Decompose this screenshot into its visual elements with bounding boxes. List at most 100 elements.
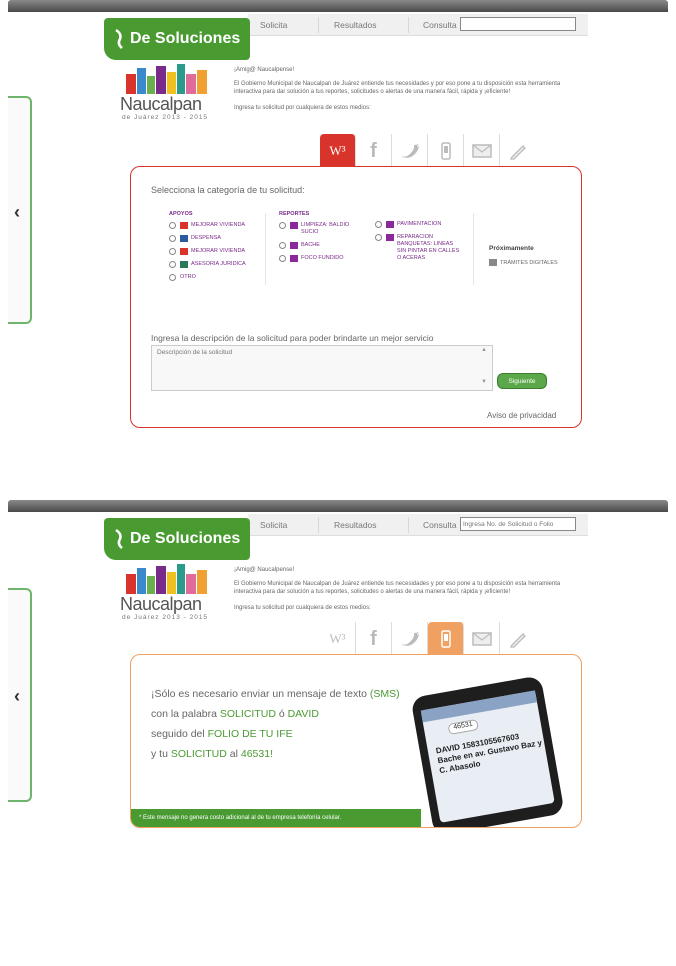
lightbulb-icon bbox=[290, 254, 298, 262]
screen-web-form: Solicita Resultados Consulta De Solucion… bbox=[8, 0, 668, 430]
radio-button[interactable] bbox=[375, 221, 382, 228]
option-pavimentacion[interactable]: PAVIMENTACION bbox=[375, 221, 461, 228]
sms-text: y tu bbox=[151, 747, 171, 760]
option-reparacion-banquetas[interactable]: REPARACION BANQUETAS: LINEAS SIN PINTAR … bbox=[375, 234, 461, 262]
proximamente-heading: Próximamente bbox=[489, 245, 534, 252]
tab-pencil[interactable] bbox=[500, 622, 536, 656]
tramites-label: TRÁMITES DIGITALES bbox=[500, 259, 558, 266]
nav-solicita[interactable]: Solicita bbox=[260, 520, 287, 530]
brand-badge: De Soluciones bbox=[104, 18, 250, 60]
option-mejorar-vivienda-2[interactable]: MEJORAR VIVIENDA bbox=[169, 248, 265, 255]
channel-tabs: W³ f bbox=[320, 622, 566, 656]
tab-facebook[interactable]: f bbox=[356, 622, 392, 656]
tab-mobile[interactable] bbox=[428, 622, 464, 656]
nav-divider bbox=[318, 517, 319, 533]
apoyos-heading: APOYOS bbox=[169, 211, 193, 217]
radio-button[interactable] bbox=[169, 222, 176, 229]
side-collapse-handle[interactable]: ‹ bbox=[8, 588, 32, 802]
brand-title: De Soluciones bbox=[130, 530, 241, 547]
sms-text: seguido del bbox=[151, 727, 208, 740]
consulta-search-input[interactable] bbox=[460, 17, 576, 31]
radio-button[interactable] bbox=[279, 241, 286, 249]
tab-mobile[interactable] bbox=[428, 134, 464, 168]
option-label: BACHE bbox=[301, 241, 320, 248]
brand-badge: De Soluciones bbox=[104, 518, 250, 560]
radio-button[interactable] bbox=[169, 274, 176, 281]
basket-icon bbox=[180, 235, 188, 242]
pothole-icon bbox=[290, 241, 298, 249]
logo-word: Naucalpan bbox=[120, 94, 202, 114]
intro-text: ¡Amig@ Naucalpense! El Gobierno Municipa… bbox=[234, 566, 564, 612]
sms-highlight: (SMS) bbox=[369, 688, 400, 700]
nav-resultados[interactable]: Resultados bbox=[334, 520, 377, 530]
option-otro[interactable]: OTRO bbox=[169, 274, 265, 281]
sms-highlight: SOLICITUD bbox=[170, 747, 227, 760]
option-limpieza[interactable]: LIMPIEZA: BALDIO SUCIO bbox=[279, 222, 363, 236]
option-despensa[interactable]: DESPENSA bbox=[169, 235, 265, 242]
broom-icon bbox=[290, 222, 298, 229]
road-icon bbox=[386, 221, 394, 228]
option-asesoria-juridica[interactable]: ASESORIA JURIDICA bbox=[169, 261, 265, 268]
phone-body: 46531 DAVID 1583105567603 Bache en av. G… bbox=[410, 675, 565, 827]
top-nav: Solicita Resultados Consulta bbox=[248, 514, 588, 536]
option-label: LIMPIEZA: BALDIO SUCIO bbox=[301, 222, 350, 235]
tab-web[interactable]: W³ bbox=[320, 622, 356, 656]
phone-screen: 46531 DAVID 1583105567603 Bache en av. G… bbox=[420, 690, 555, 823]
brand-mark-icon bbox=[115, 528, 123, 549]
tab-web[interactable]: W³ bbox=[320, 134, 356, 168]
sms-highlight: 46531! bbox=[240, 747, 273, 760]
pencil-icon bbox=[509, 633, 526, 648]
option-label: DESPENSA bbox=[191, 235, 221, 241]
tab-mail[interactable] bbox=[464, 134, 500, 168]
scroll-up-icon[interactable]: ▲ bbox=[481, 347, 487, 353]
channel-tabs: W³ f bbox=[320, 134, 566, 168]
facebook-icon: f bbox=[370, 627, 377, 650]
sidewalk-icon bbox=[386, 234, 394, 241]
radio-button[interactable] bbox=[375, 234, 382, 241]
radio-button[interactable] bbox=[279, 254, 286, 262]
web-icon: W³ bbox=[329, 631, 346, 646]
pencil-icon bbox=[509, 145, 526, 160]
mobile-icon bbox=[440, 630, 451, 648]
nav-solicita[interactable]: Solicita bbox=[260, 20, 287, 30]
tab-twitter[interactable] bbox=[392, 622, 428, 656]
description-textarea[interactable] bbox=[151, 345, 493, 391]
radio-button[interactable] bbox=[169, 261, 176, 268]
radio-button[interactable] bbox=[169, 248, 176, 255]
apoyos-column: APOYOS MEJORAR VIVIENDA DESPENSA MEJORAR… bbox=[169, 211, 265, 287]
tramites-digitales-item: TRÁMITES DIGITALES bbox=[489, 259, 558, 266]
sms-highlight: SOLICITUD bbox=[219, 707, 276, 720]
option-label: REPARACION BANQUETAS: LINEAS SIN PINTAR … bbox=[397, 234, 460, 261]
side-collapse-handle[interactable]: ‹ bbox=[8, 96, 32, 324]
request-form-panel: Selecciona la categoría de tu solicitud:… bbox=[130, 166, 582, 428]
scroll-down-icon[interactable]: ▼ bbox=[481, 379, 487, 385]
mail-icon bbox=[471, 632, 492, 646]
sms-text: ¡Sólo es necesario enviar un mensaje de … bbox=[151, 688, 370, 700]
nav-consulta[interactable]: Consulta bbox=[423, 20, 457, 30]
option-mejorar-vivienda[interactable]: MEJORAR VIVIENDA bbox=[169, 222, 265, 229]
option-label: OTRO bbox=[180, 274, 196, 280]
radio-button[interactable] bbox=[169, 235, 176, 242]
next-button[interactable]: Siguiente bbox=[497, 373, 547, 389]
nav-consulta[interactable]: Consulta bbox=[423, 520, 457, 530]
top-bar bbox=[8, 500, 668, 512]
option-bache[interactable]: BACHE bbox=[279, 241, 363, 249]
tab-mail[interactable] bbox=[464, 622, 500, 656]
intro-body: El Gobierno Municipal de Naucalpan de Ju… bbox=[234, 81, 561, 96]
mobile-icon bbox=[440, 142, 451, 160]
tab-facebook[interactable]: f bbox=[356, 134, 392, 168]
privacy-link[interactable]: Aviso de privacidad bbox=[487, 411, 556, 420]
tab-pencil[interactable] bbox=[500, 134, 536, 168]
house-icon bbox=[180, 248, 188, 255]
naucalpan-logo: Naucalpan de Juárez 2013 - 2015 bbox=[120, 564, 216, 626]
radio-button[interactable] bbox=[279, 222, 286, 229]
nav-resultados[interactable]: Resultados bbox=[334, 20, 377, 30]
reportes-heading: REPORTES bbox=[279, 211, 310, 217]
consulta-search-input[interactable] bbox=[460, 517, 576, 531]
facebook-icon: f bbox=[370, 139, 377, 162]
tab-twitter[interactable] bbox=[392, 134, 428, 168]
sms-text: con la palabra bbox=[151, 707, 220, 720]
column-divider bbox=[473, 213, 474, 285]
option-foco-fundido[interactable]: FOCO FUNDIDO bbox=[279, 254, 363, 262]
logo-subtitle: de Juárez 2013 - 2015 bbox=[122, 614, 209, 621]
